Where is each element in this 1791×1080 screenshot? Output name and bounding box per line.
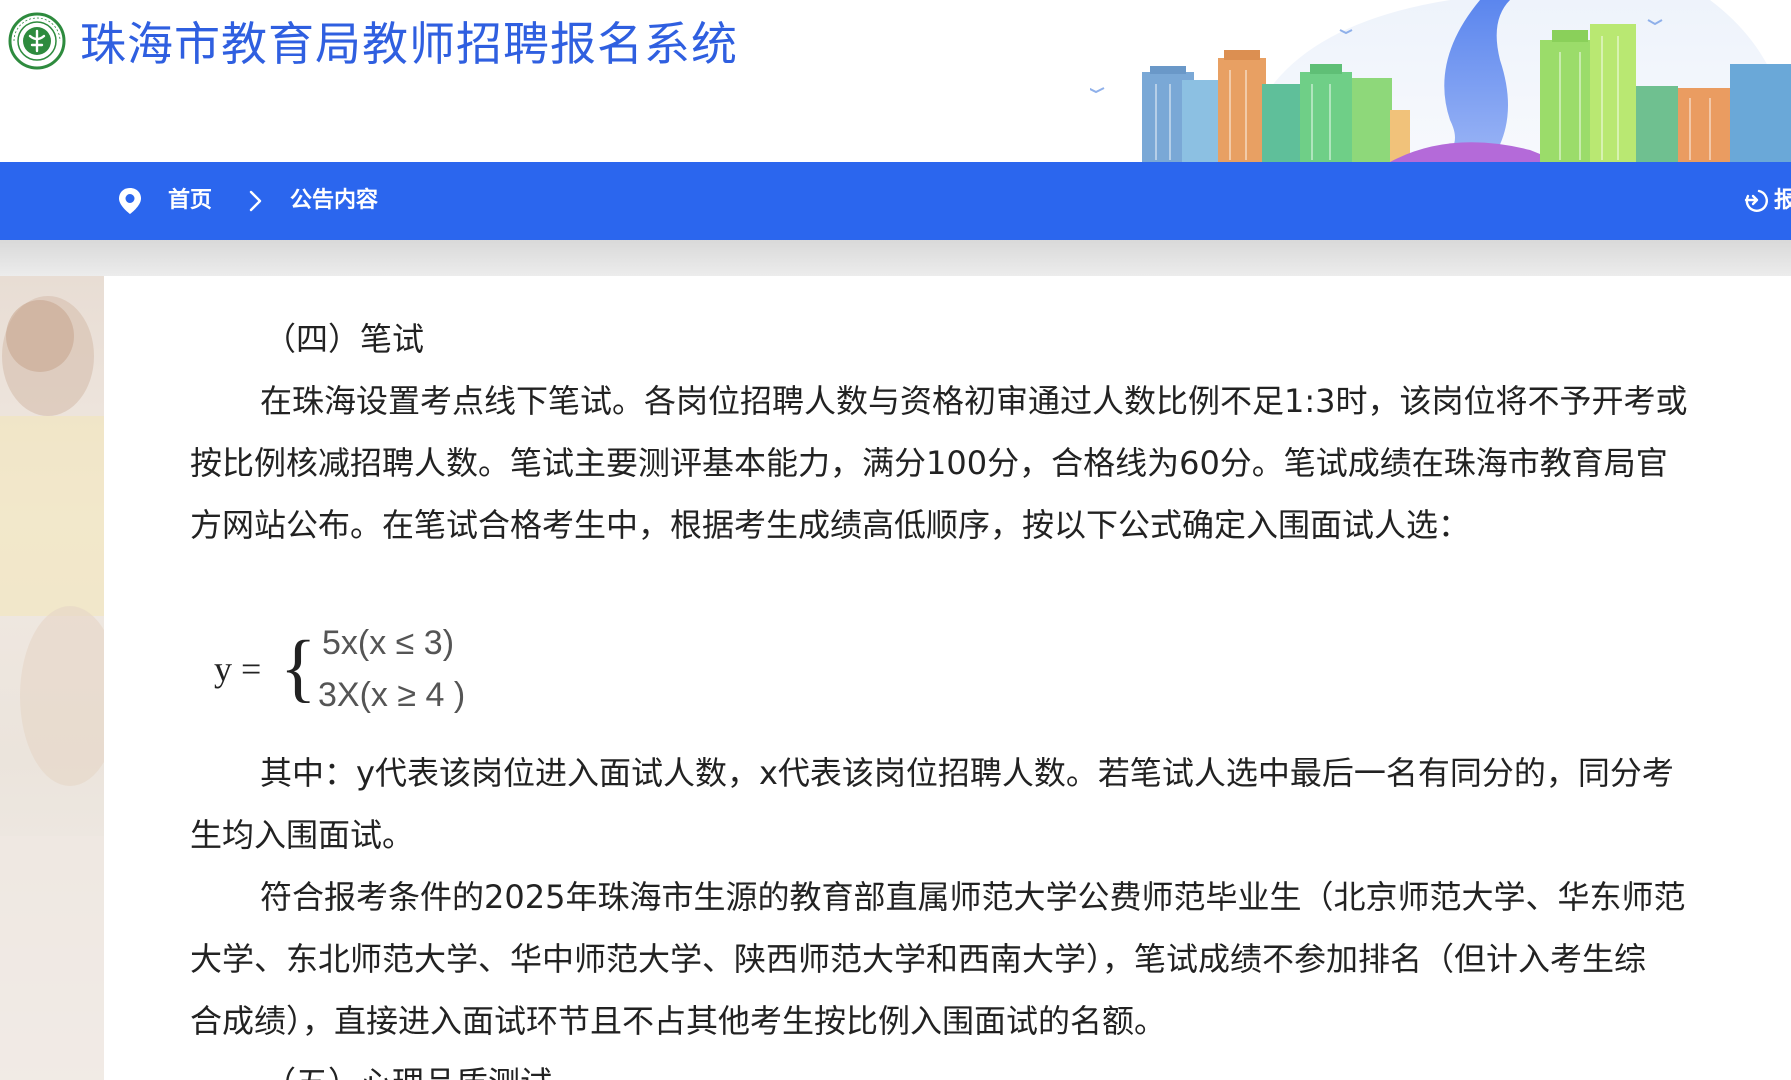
location-pin-icon xyxy=(119,188,141,214)
formula-brace: { xyxy=(280,626,317,710)
paragraph-line: 按比例核减招聘人数。笔试主要测评基本能力，满分100分，合格线为60分。笔试成绩… xyxy=(190,444,1668,482)
background-banner xyxy=(0,240,1791,276)
breadcrumb-navbar: 首页 公告内容 报 xyxy=(0,162,1791,240)
formula-case-1: 5x(x ≤ 3) xyxy=(322,624,455,662)
formula-case-2: 3X(x ≥ 4 ) xyxy=(318,676,466,714)
paragraph-line: 方网站公布。在笔试合格考生中，根据考生成绩高低顺序，按以下公式确定入围面试人选： xyxy=(190,506,1471,544)
article-paragraph-written-exam: （四）笔试 在珠海设置考点线下笔试。各岗位招聘人数与资格初审通过人数比例不足1:… xyxy=(190,308,1790,556)
city-skyline-illustration xyxy=(1090,0,1791,162)
paragraph-line: 在珠海设置考点线下笔试。各岗位招聘人数与资格初审通过人数比例不足1:3时，该岗位… xyxy=(260,382,1688,420)
formula-lhs: y = xyxy=(214,649,262,689)
chevron-right-icon xyxy=(249,190,262,212)
logout-icon[interactable] xyxy=(1742,186,1770,214)
selection-formula: y = { 5x(x ≤ 3) 3X(x ≥ 4 ) xyxy=(214,616,494,726)
site-title: 珠海市教育局教师招聘报名系统 xyxy=(80,17,738,71)
section-heading: （五）心理品质测试 xyxy=(190,1052,1790,1080)
announcement-content: （四）笔试 在珠海设置考点线下笔试。各岗位招聘人数与资格初审通过人数比例不足1:… xyxy=(104,276,1791,1080)
site-header: 珠海市教育局教师招聘报名系统 xyxy=(0,0,1791,162)
breadcrumb-current: 公告内容 xyxy=(290,188,379,213)
paragraph-line: 其中：y代表该岗位进入面试人数，x代表该岗位招聘人数。若笔试人选中最后一名有同分… xyxy=(260,754,1674,792)
blurred-student-photo xyxy=(0,296,104,1080)
paragraph-line: 合成绩），直接进入面试环节且不占其他考生按比例入围面试的名额。 xyxy=(190,1002,1167,1040)
paragraph-line: 大学、东北师范大学、华中师范大学、陕西师范大学和西南大学），笔试成绩不参加排名（… xyxy=(190,940,1647,978)
zhuhai-education-logo[interactable] xyxy=(8,12,66,70)
section-heading: （四）笔试 xyxy=(264,320,425,358)
paragraph-line: 符合报考条件的2025年珠海市生源的教育部直属师范大学公费师范毕业生（北京师范大… xyxy=(260,878,1686,916)
logout-button[interactable]: 报 xyxy=(1774,186,1791,216)
article-paragraph-notes: 其中：y代表该岗位进入面试人数，x代表该岗位招聘人数。若笔试人选中最后一名有同分… xyxy=(190,742,1790,1080)
paragraph-line: 生均入围面试。 xyxy=(190,816,415,854)
breadcrumb-home-link[interactable]: 首页 xyxy=(168,186,212,216)
background-photo xyxy=(0,276,104,1080)
